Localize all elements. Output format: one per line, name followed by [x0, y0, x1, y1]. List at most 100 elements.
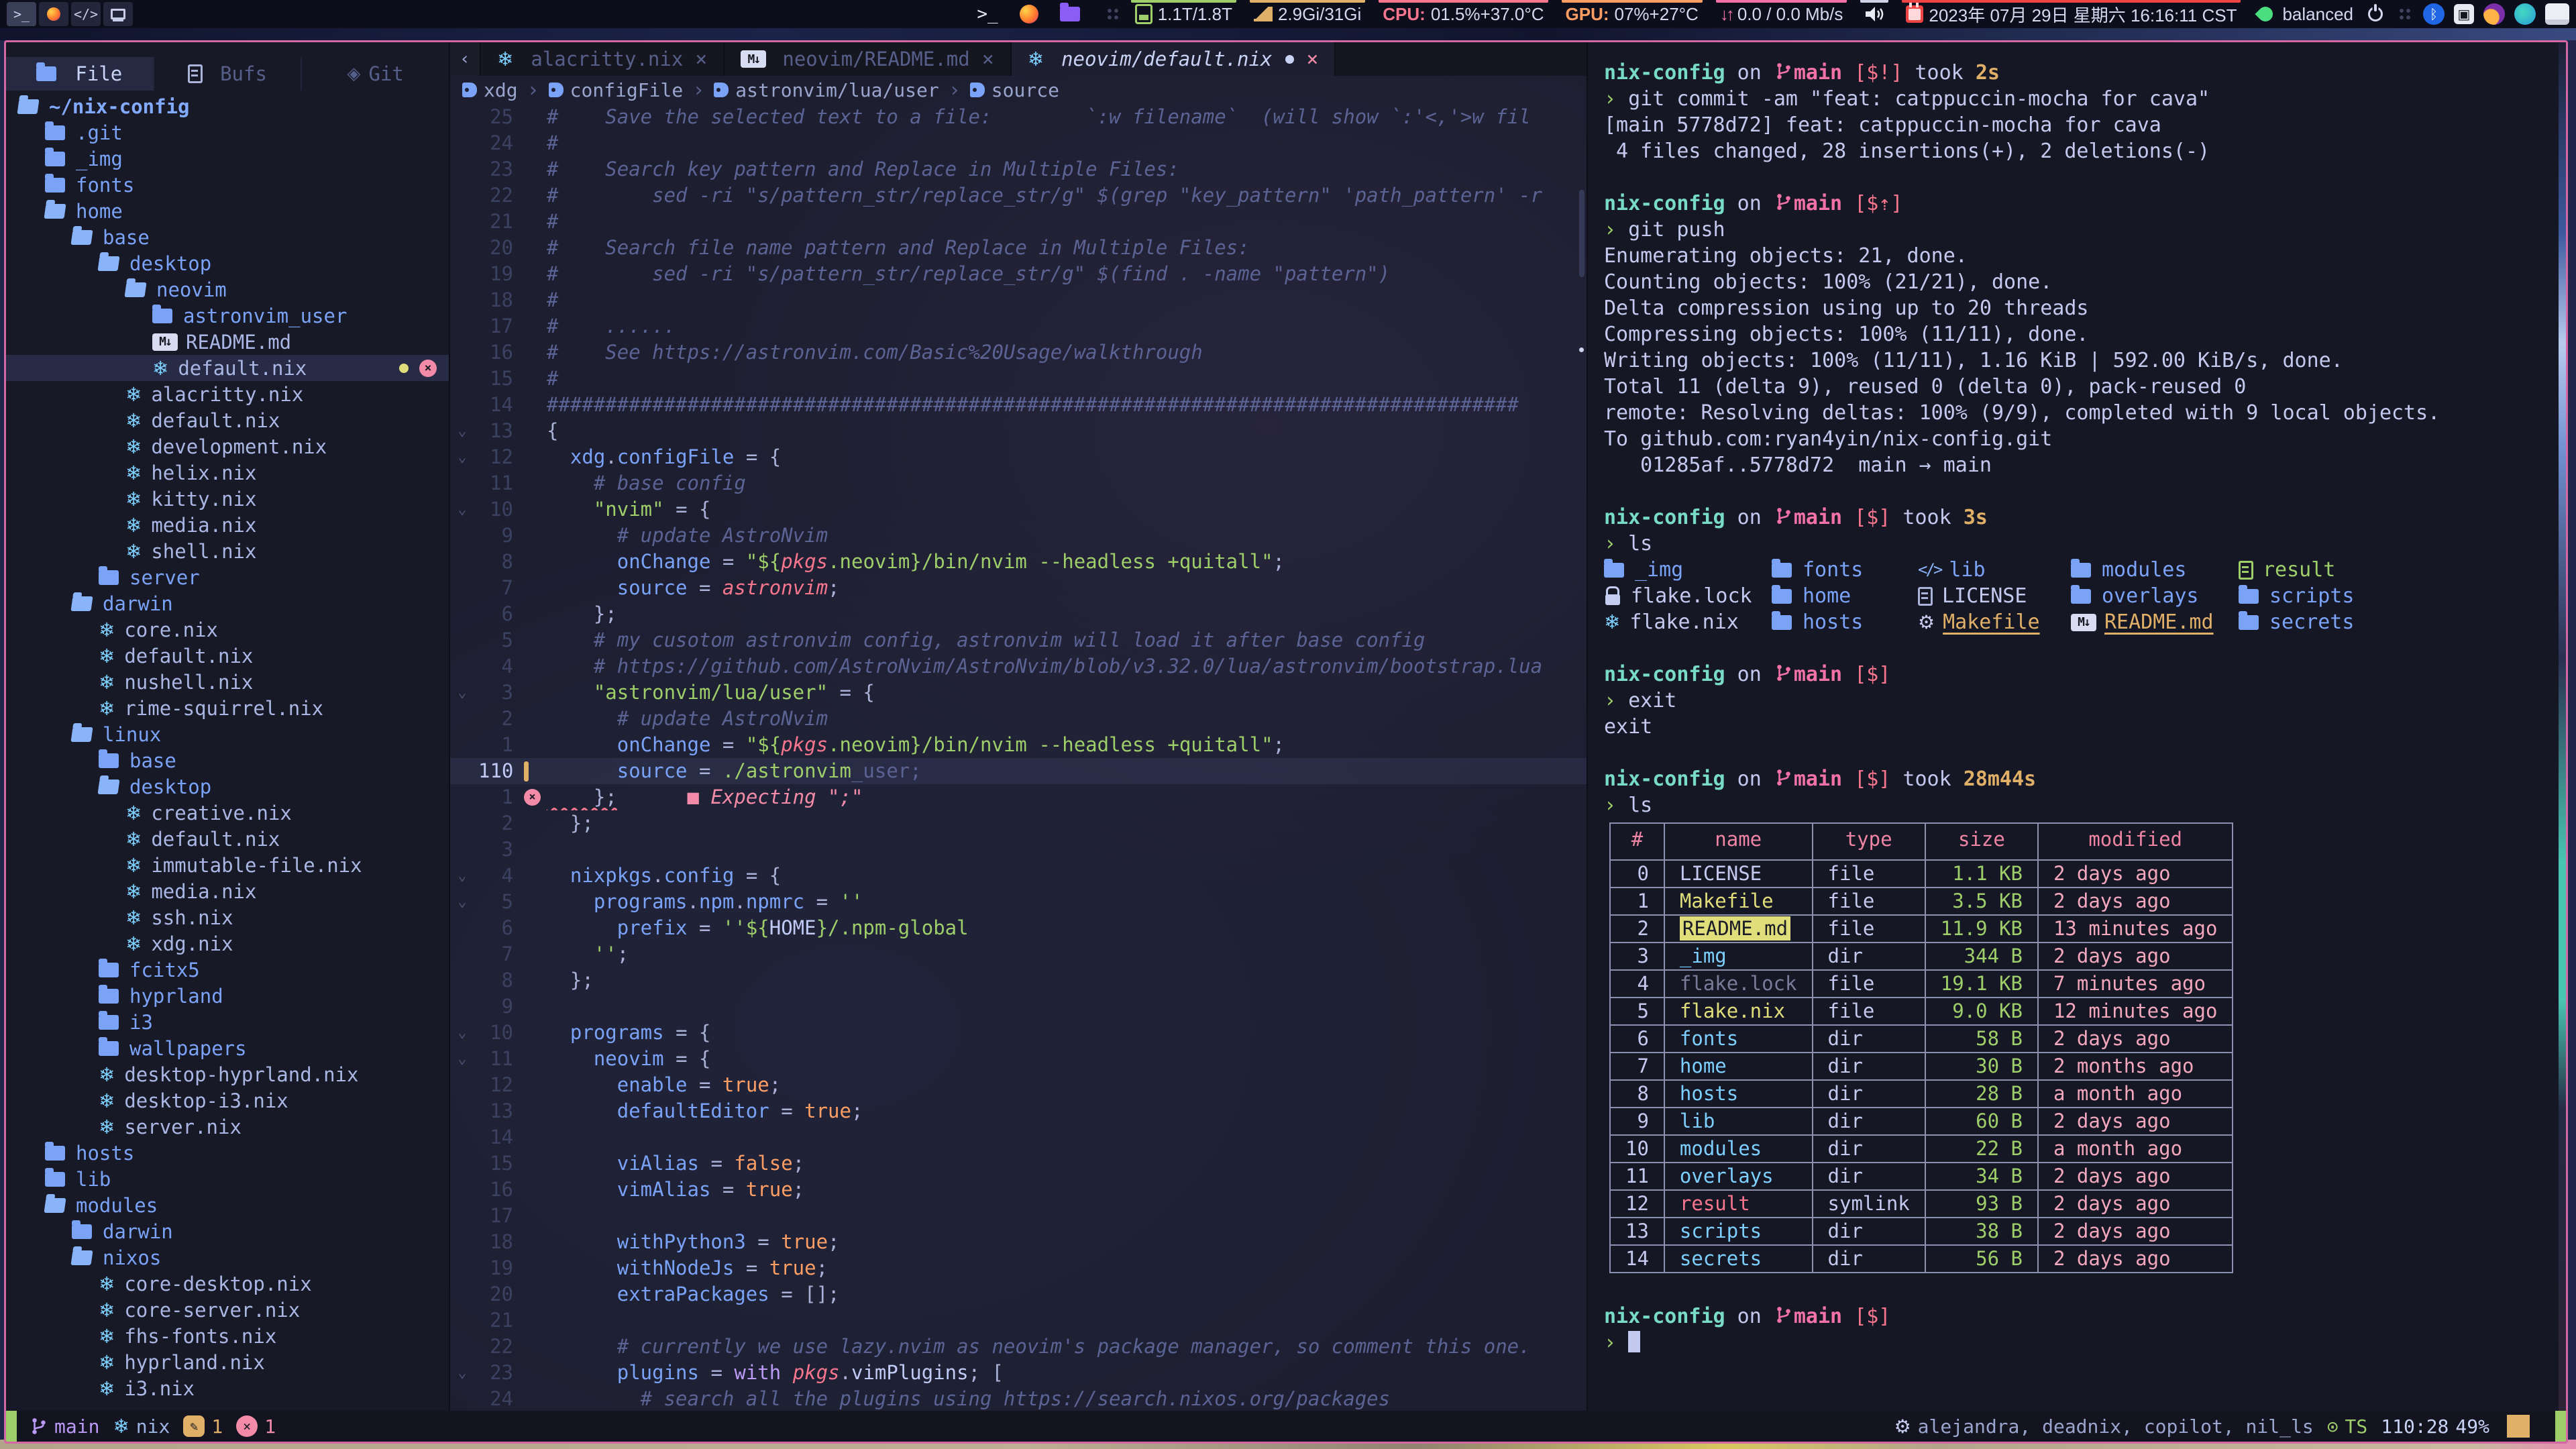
tree-item[interactable]: ❄ssh.nix	[6, 904, 449, 930]
tree-item[interactable]: modules	[6, 1192, 449, 1218]
diagnostic-modified[interactable]: ✎ 1	[183, 1415, 223, 1438]
tree-item[interactable]: ❄core-desktop.nix	[6, 1271, 449, 1297]
close-icon[interactable]: ×	[1306, 48, 1318, 71]
tree-item[interactable]: i3	[6, 1009, 449, 1035]
line-number: 16	[474, 1177, 524, 1203]
tree-item[interactable]: ❄desktop-hyprland.nix	[6, 1061, 449, 1087]
tree-item[interactable]: fonts	[6, 172, 449, 198]
tree-item[interactable]: darwin	[6, 1218, 449, 1244]
code-line: 4 # https://github.com/AstroNvim/AstroNv…	[450, 653, 1587, 680]
tree-item[interactable]: ❄shell.nix	[6, 538, 449, 564]
ime-indicator[interactable]	[2545, 3, 2569, 25]
power-profile[interactable]: balanced	[2247, 0, 2394, 28]
breadcrumb-item[interactable]: astronvim/lua/user	[714, 79, 938, 101]
tree-tab-git[interactable]: ◈Git	[302, 57, 449, 91]
flameshot-icon[interactable]	[2483, 3, 2505, 25]
workspace-terminal-icon[interactable]: >_	[7, 2, 36, 26]
folder-icon	[2071, 589, 2091, 604]
workspace-monitor-icon[interactable]	[103, 2, 133, 26]
code-text: # Search file name pattern and Replace i…	[547, 235, 1587, 261]
tree-item[interactable]: darwin	[6, 590, 449, 616]
tree-item[interactable]: nixos	[6, 1244, 449, 1271]
tree-item[interactable]: ❄default.nix	[6, 643, 449, 669]
tree-item[interactable]: ❄immutable-file.nix	[6, 852, 449, 878]
tabline-back-button[interactable]: ‹	[450, 42, 481, 76]
gutter-fold	[450, 523, 474, 549]
tree-item[interactable]: desktop	[6, 773, 449, 800]
code-line: ⌄10 programs = {	[450, 1020, 1587, 1046]
terminal-scrollbar[interactable]	[2559, 42, 2566, 1411]
tree-item[interactable]: ❄development.nix	[6, 433, 449, 460]
folder-icon	[1772, 589, 1792, 604]
diagnostic-errors[interactable]: × 1	[236, 1415, 276, 1438]
tree-item[interactable]: ❄helix.nix	[6, 460, 449, 486]
tree-item[interactable]: fcitx5	[6, 957, 449, 983]
terminal-pane[interactable]: nix-config on main [$!] took 2s› git com…	[1588, 42, 2566, 1411]
breadcrumb-item[interactable]: source	[970, 79, 1059, 101]
firefox-icon[interactable]	[1009, 0, 1049, 28]
buffer-tab[interactable]: ❄alacritty.nix×	[481, 42, 724, 76]
git-branch[interactable]: main	[30, 1415, 99, 1438]
screen-icon[interactable]: ▣	[2454, 4, 2474, 24]
markdown-icon: M↓	[741, 50, 766, 68]
tree-item[interactable]: ❄default.nix	[6, 826, 449, 852]
code-area[interactable]: 25# Save the selected text to a file: `:…	[450, 104, 1587, 1411]
tree-item[interactable]: ❄xdg.nix	[6, 930, 449, 957]
tree-item[interactable]: _img	[6, 146, 449, 172]
tree-item[interactable]: ❄rime-squirrel.nix	[6, 695, 449, 721]
tree-item[interactable]: desktop	[6, 250, 449, 276]
tree-item[interactable]: base	[6, 224, 449, 250]
tree-item[interactable]: neovim	[6, 276, 449, 303]
folder-icon[interactable]	[1049, 0, 1102, 28]
tree-item[interactable]: hyprland	[6, 983, 449, 1009]
close-icon[interactable]: ×	[695, 48, 707, 71]
close-icon[interactable]: ×	[982, 48, 994, 71]
tree-item[interactable]: ❄nushell.nix	[6, 669, 449, 695]
bluetooth-icon[interactable]: ᛒ	[2423, 3, 2445, 25]
buffer-tab[interactable]: ❄neovim/default.nix×	[1012, 42, 1336, 76]
tree-item[interactable]: ❄media.nix	[6, 878, 449, 904]
workspace-firefox-icon[interactable]	[39, 2, 68, 26]
v2raya-icon[interactable]	[2514, 3, 2536, 25]
tree-item[interactable]: ❄core-server.nix	[6, 1297, 449, 1323]
tree-item[interactable]: ❄default.nix×	[6, 355, 449, 381]
workspace-code-icon[interactable]: </>	[71, 2, 101, 26]
table-row: 0LICENSEfile1.1 KB2 days ago	[1610, 860, 2233, 888]
tree-item[interactable]: ❄kitty.nix	[6, 486, 449, 512]
tree-item[interactable]: ❄fhs-fonts.nix	[6, 1323, 449, 1349]
table-cell: 22 B	[1925, 1135, 2038, 1163]
tree-item[interactable]: home	[6, 198, 449, 224]
tree-item[interactable]: ~/nix-config	[6, 93, 449, 119]
tree-item[interactable]: wallpapers	[6, 1035, 449, 1061]
launcher-terminal[interactable]: >_	[966, 0, 1008, 28]
tree-item[interactable]: .git	[6, 119, 449, 146]
tree-item[interactable]: ❄creative.nix	[6, 800, 449, 826]
tree-item[interactable]: ❄default.nix	[6, 407, 449, 433]
tree-item[interactable]: ❄server.nix	[6, 1114, 449, 1140]
tree-item[interactable]: base	[6, 747, 449, 773]
shell-output: remote: Resolving deltas: 100% (9/9), co…	[1604, 400, 2566, 426]
tree-item[interactable]: M↓README.md	[6, 329, 449, 355]
tree-item[interactable]: server	[6, 564, 449, 590]
tree-item[interactable]: ❄alacritty.nix	[6, 381, 449, 407]
code-line: ⌄12 xdg.configFile = {	[450, 444, 1587, 470]
tree-item[interactable]: lib	[6, 1166, 449, 1192]
error-icon: ×	[236, 1415, 258, 1437]
table-cell: 1.1 KB	[1925, 860, 2038, 888]
tree-tab-bufs[interactable]: Bufs	[154, 57, 303, 91]
tree-item[interactable]: linux	[6, 721, 449, 747]
tree-item[interactable]: astronvim_user	[6, 303, 449, 329]
buffer-tab[interactable]: M↓neovim/README.md×	[724, 42, 1011, 76]
volume-control[interactable]	[1854, 0, 1895, 28]
tree-item[interactable]: ❄media.nix	[6, 512, 449, 538]
tree-item[interactable]: ❄desktop-i3.nix	[6, 1087, 449, 1114]
tree-item[interactable]: ❄hyprland.nix	[6, 1349, 449, 1375]
editor-scrollbar[interactable]	[1579, 190, 1585, 277]
breadcrumb-item[interactable]: xdg	[462, 79, 518, 101]
tree-item[interactable]: ❄i3.nix	[6, 1375, 449, 1401]
tree-tab-file[interactable]: File	[6, 57, 154, 91]
tree-item[interactable]: ❄core.nix	[6, 616, 449, 643]
tree-item[interactable]: hosts	[6, 1140, 449, 1166]
code-text: source = ./astronvim_user;	[547, 758, 1587, 784]
breadcrumb-item[interactable]: configFile	[549, 79, 684, 101]
